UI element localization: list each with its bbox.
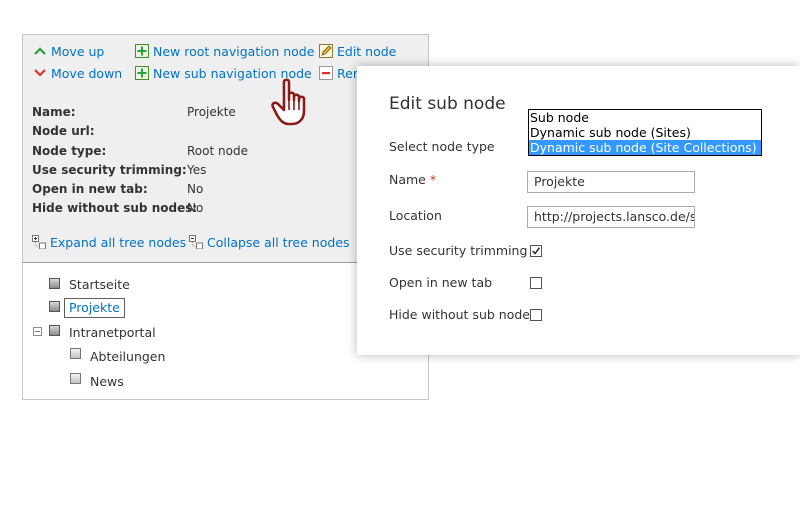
checkmark-icon [532,247,540,255]
edit-node-button[interactable]: Edit node [319,44,396,60]
move-down-label: Move down [51,66,123,81]
hand-pointer-icon [271,78,306,126]
node-type-option-dynamic-site-collections[interactable]: Dynamic sub node (Site Collections) [529,140,761,155]
newtab-property-value: No [187,182,204,196]
open-new-tab-checkbox[interactable] [530,277,542,289]
location-field-label: Location [389,208,442,223]
new-root-navigation-node-button[interactable]: New root navigation node [135,44,314,60]
add-icon [135,66,149,80]
tree-node-projekte[interactable]: Projekte [64,298,125,318]
collapse-toggle-icon[interactable]: − [33,327,42,336]
hide-property-label: Hide without sub nodes: [32,201,198,215]
edit-sub-node-dialog: Edit sub node Sub node Dynamic sub node … [357,66,800,355]
required-marker: * [429,172,437,187]
node-type-option-dynamic-sites[interactable]: Dynamic sub node (Sites) [529,125,761,140]
expand-all-label: Expand all tree nodes [50,235,187,250]
open-new-tab-label: Open in new tab [389,275,493,290]
move-down-button[interactable]: Move down [33,66,122,82]
node-type-listbox[interactable]: Sub node Dynamic sub node (Sites) Dynami… [528,109,762,156]
node-icon [49,325,60,336]
edit-pencil-icon [319,44,333,58]
expand-all-button[interactable]: Expand all tree nodes [32,235,186,251]
location-input[interactable]: http://projects.lansco.de/sites [527,206,695,228]
move-up-button[interactable]: Move up [33,44,104,60]
hide-without-sub-nodes-checkbox[interactable] [530,309,542,321]
node-icon [70,373,81,384]
security-property-label: Use security trimming: [32,163,187,177]
type-property-label: Node type: [32,144,107,158]
move-up-label: Move up [51,44,105,59]
collapse-tree-icon [189,235,203,249]
security-trimming-checkbox[interactable] [530,245,542,257]
collapse-all-label: Collapse all tree nodes [207,235,350,250]
node-icon [49,278,60,289]
hide-property-value: No [187,201,204,215]
security-trimming-label: Use security trimming [389,243,528,258]
name-property-label: Name: [32,105,76,119]
edit-node-label: Edit node [337,44,397,59]
expand-tree-icon [32,235,46,249]
collapse-all-button[interactable]: Collapse all tree nodes [189,235,350,251]
dialog-title: Edit sub node [389,94,506,114]
arrow-up-icon [34,47,46,55]
tree-node-intranetportal[interactable]: Intranetportal [69,325,156,341]
name-property-value: Projekte [187,105,236,119]
name-label-text: Name [389,172,426,187]
type-property-value: Root node [187,144,248,158]
arrow-down-icon [34,69,46,77]
new-root-label: New root navigation node [153,44,315,59]
tree-node-abteilungen[interactable]: Abteilungen [90,349,165,365]
node-icon [49,301,60,312]
name-input[interactable]: Projekte [527,171,695,193]
tree-node-news[interactable]: News [90,374,124,390]
node-icon [70,348,81,359]
node-type-option-sub-node[interactable]: Sub node [529,110,761,125]
security-property-value: Yes [187,163,207,177]
hide-without-sub-nodes-label: Hide without sub nodes [389,307,537,322]
select-node-type-label: Select node type [389,139,495,154]
newtab-property-label: Open in new tab: [32,182,148,196]
tree-node-startseite[interactable]: Startseite [69,277,130,293]
add-icon [135,44,149,58]
name-field-label: Name * [389,172,436,188]
url-property-label: Node url: [32,124,95,138]
